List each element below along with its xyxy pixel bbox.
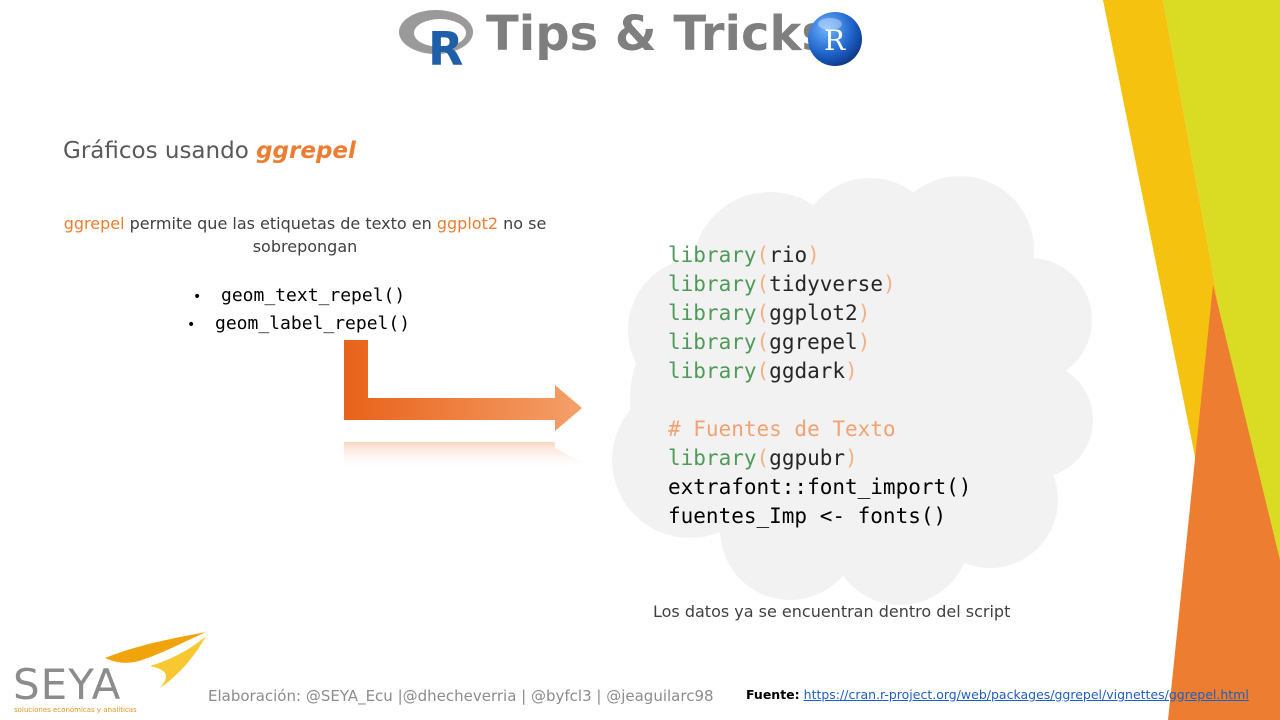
source-link[interactable]: https://cran.r-project.org/web/packages/… xyxy=(804,687,1249,702)
code-line: fuentes_Imp <- fonts() xyxy=(668,502,971,531)
source: Fuente: https://cran.r-project.org/web/p… xyxy=(746,687,1249,702)
code-paren: ( xyxy=(756,330,770,354)
code-paren: ) xyxy=(807,243,820,267)
code-function: library xyxy=(668,446,757,470)
code-paren: ) xyxy=(845,446,858,470)
list-item: • geom_label_repel() xyxy=(175,310,410,338)
page-title: Tips & Tricks xyxy=(486,6,830,62)
r-ball-icon: R xyxy=(808,12,862,66)
yellow-band xyxy=(1103,0,1280,720)
background-decoration xyxy=(344,0,1280,720)
code-line: library(ggpubr) xyxy=(668,444,971,473)
code-function: library xyxy=(668,272,757,296)
code-line: library(ggrepel) xyxy=(668,328,971,357)
seya-logo-text: SEYA xyxy=(13,660,122,709)
code-function: library xyxy=(668,330,757,354)
code-argument: tidyverse xyxy=(769,272,883,296)
bullet-icon: • xyxy=(193,289,202,305)
list-item-text: geom_label_repel() xyxy=(215,313,411,334)
section-title: Gráficos usando ggrepel xyxy=(63,138,356,164)
desc-text-1: permite que las etiquetas de texto en xyxy=(124,214,437,233)
header: R Tips & Tricks R xyxy=(398,4,868,68)
code-paren: ( xyxy=(756,272,770,296)
code-paren: ) xyxy=(882,272,896,296)
svg-text:R: R xyxy=(824,24,846,57)
code-paren: ( xyxy=(756,243,770,267)
code-paren: ( xyxy=(756,359,770,383)
credits: Elaboración: @SEYA_Ecu |@dhecheverria | … xyxy=(208,687,714,705)
code-line: # Fuentes de Texto xyxy=(668,415,971,444)
code-statement: fuentes_Imp <- fonts() xyxy=(668,504,947,528)
description: ggrepel permite que las etiquetas de tex… xyxy=(40,212,570,258)
r-logo-icon: R xyxy=(399,10,473,66)
lime-band xyxy=(1163,0,1280,640)
code-argument: rio xyxy=(769,243,808,267)
arrow-icon xyxy=(344,340,582,470)
code-line: library(ggplot2) xyxy=(668,299,971,328)
code-argument: ggpubr xyxy=(769,446,846,470)
code-function: library xyxy=(668,359,757,383)
svg-text:R: R xyxy=(428,22,463,66)
code-block: library(rio) library(tidyverse) library(… xyxy=(668,241,971,531)
code-function: library xyxy=(668,243,757,267)
seya-logo-tagline: soluciones económicas y analíticas xyxy=(14,706,137,714)
desc-ggrepel: ggrepel xyxy=(63,214,125,233)
section-title-prefix: Gráficos usando xyxy=(63,138,257,164)
code-paren: ( xyxy=(756,446,770,470)
code-argument: ggplot2 xyxy=(769,301,858,325)
code-argument: ggdark xyxy=(769,359,846,383)
code-paren: ) xyxy=(857,301,871,325)
bullet-icon: • xyxy=(187,317,196,333)
code-line: extrafont::font_import() xyxy=(668,473,971,502)
code-line: library(rio) xyxy=(668,241,971,270)
code-argument: ggrepel xyxy=(769,330,858,354)
code-paren: ( xyxy=(756,301,770,325)
section-title-package: ggrepel xyxy=(256,138,356,164)
code-paren: ) xyxy=(845,359,858,383)
source-label: Fuente: xyxy=(746,687,800,702)
orange-band xyxy=(1168,285,1280,720)
list-item-text: geom_text_repel() xyxy=(221,285,406,306)
code-line: library(tidyverse) xyxy=(668,270,971,299)
data-note: Los datos ya se encuentran dentro del sc… xyxy=(653,602,1011,621)
code-paren: ) xyxy=(857,330,871,354)
code-statement: extrafont::font_import() xyxy=(668,475,972,499)
code-function: library xyxy=(668,301,757,325)
code-line: library(ggdark) xyxy=(668,357,971,386)
seya-logo: SEYA soluciones económicas y analíticas xyxy=(10,630,210,718)
code-comment: # Fuentes de Texto xyxy=(668,417,896,441)
list-item: • geom_text_repel() xyxy=(175,282,410,310)
function-list: • geom_text_repel() • geom_label_repel() xyxy=(175,282,410,338)
desc-ggplot2: ggplot2 xyxy=(436,214,499,233)
